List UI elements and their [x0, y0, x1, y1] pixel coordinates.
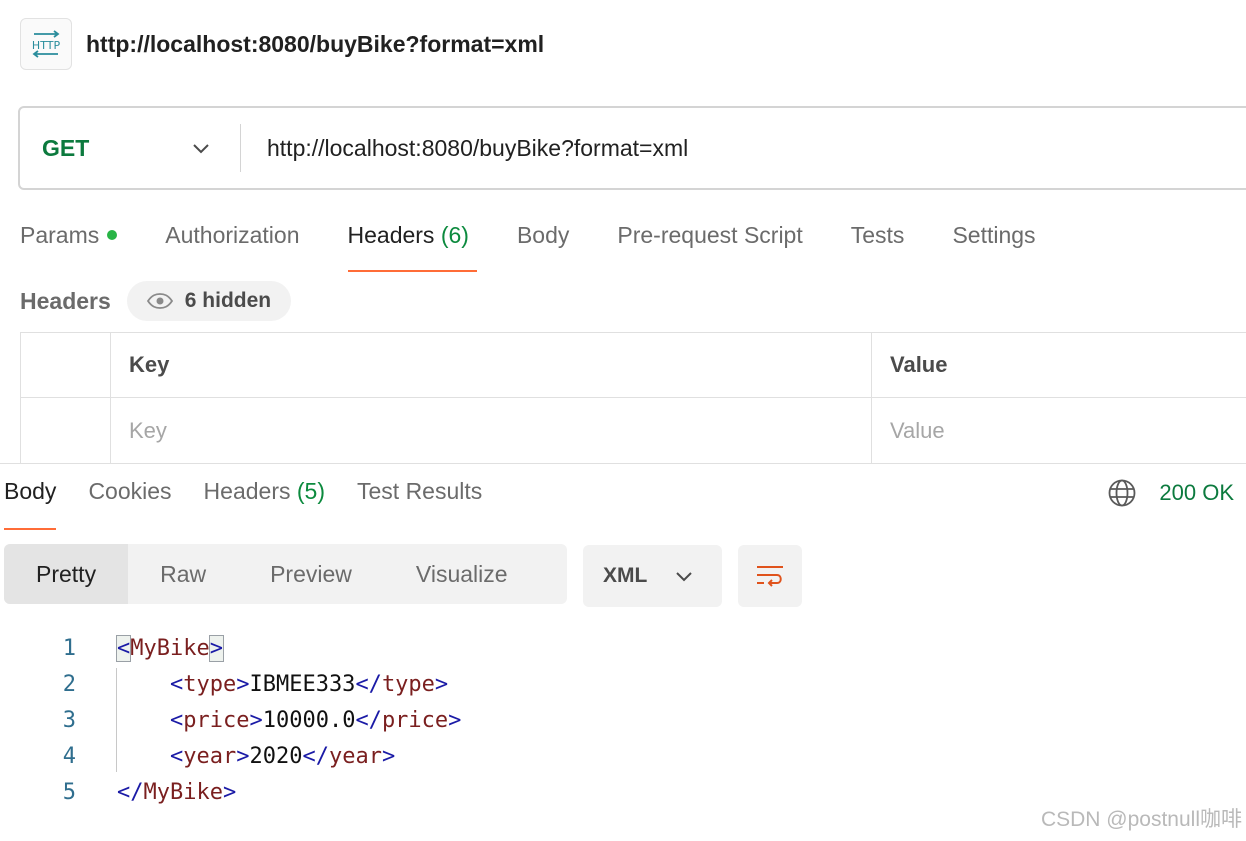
request-title[interactable]: http://localhost:8080/buyBike?format=xml [86, 31, 544, 58]
tab-label: Params [20, 222, 100, 248]
hidden-count-label: 6 hidden [184, 289, 272, 312]
request-title-row: HTTP http://localhost:8080/buyBike?forma… [20, 18, 544, 70]
line-number: 5 [62, 779, 76, 805]
xml-tag: price [381, 707, 449, 733]
params-indicator-dot [107, 229, 118, 240]
tab-label: Authorization [165, 222, 300, 248]
code-line: 2 <type>IBMEE333</type> [0, 666, 448, 702]
response-tabs: Body Cookies Headers (5) Test Results [4, 478, 514, 530]
line-number: 2 [62, 671, 76, 697]
view-raw[interactable]: Raw [128, 544, 238, 604]
xml-tag: price [183, 707, 250, 733]
table-header-row: Key Value [20, 333, 1246, 398]
view-mode-segmented: Pretty Raw Preview Visualize [4, 544, 567, 604]
wrap-lines-icon [757, 566, 783, 587]
http-icon: HTTP [20, 18, 72, 70]
code-line: 1 <MyBike> [0, 630, 225, 666]
line-number: 4 [62, 743, 76, 769]
column-header-key: Key [110, 333, 871, 397]
tab-count: (5) [296, 478, 325, 504]
request-tabs: Params Authorization Headers (6) Body Pr… [20, 218, 1084, 272]
xml-tag: type [183, 671, 237, 697]
headers-label: Headers [20, 287, 111, 314]
headers-subbar: Headers 6 hidden [20, 280, 292, 322]
tab-tests[interactable]: Tests [851, 218, 905, 270]
view-pretty[interactable]: Pretty [4, 544, 129, 604]
headers-table: Key Value Key Value [20, 332, 1246, 463]
method-label: GET [42, 134, 90, 161]
tab-label: Headers [203, 478, 291, 504]
code-line: 5 </MyBike> [0, 774, 236, 810]
tab-count: (6) [440, 222, 469, 248]
code-line: 4 <year>2020</year> [0, 738, 395, 774]
line-number: 3 [62, 707, 76, 733]
xml-value: 10000.0 [262, 707, 356, 733]
watermark: CSDN @postnull咖啡 [1040, 808, 1242, 831]
tab-label: Test Results [357, 478, 483, 504]
view-visualize[interactable]: Visualize [384, 544, 540, 604]
svg-text:HTTP: HTTP [32, 39, 61, 52]
tab-label: Cookies [88, 478, 172, 504]
chevron-down-icon [676, 572, 693, 582]
xml-tag: type [381, 671, 435, 697]
tab-label: Pre-request Script [617, 222, 803, 248]
eye-icon [146, 293, 173, 309]
word-wrap-button[interactable] [738, 545, 802, 607]
value-input[interactable]: Value [871, 398, 1246, 463]
status-code[interactable]: 200 OK [1159, 480, 1234, 506]
tab-settings[interactable]: Settings [952, 218, 1035, 270]
code-line: 3 <price>10000.0</price> [0, 702, 462, 738]
tab-label: Headers [347, 222, 435, 248]
hidden-headers-toggle[interactable]: 6 hidden [126, 281, 292, 321]
globe-icon[interactable] [1107, 478, 1137, 508]
tab-params[interactable]: Params [20, 218, 118, 270]
tab-body[interactable]: Body [517, 218, 569, 270]
view-preview[interactable]: Preview [238, 544, 384, 604]
tab-label: Body [516, 222, 570, 248]
xml-value: 2020 [249, 743, 303, 769]
tab-headers[interactable]: Headers (6) [347, 218, 478, 272]
method-select[interactable]: GET [20, 135, 240, 162]
response-status: 200 OK [1107, 478, 1234, 508]
xml-tag: year [183, 743, 237, 769]
line-number: 1 [62, 635, 76, 661]
language-label: XML [603, 564, 648, 587]
column-header-value: Value [871, 333, 1246, 397]
response-divider[interactable] [0, 463, 1246, 464]
checkbox-column-header [20, 333, 110, 397]
language-select[interactable]: XML [583, 545, 722, 607]
chevron-down-icon [193, 144, 209, 154]
table-row: Key Value [20, 398, 1246, 463]
divider [240, 124, 241, 172]
url-bar: GET http://localhost:8080/buyBike?format… [18, 106, 1246, 190]
url-input[interactable]: http://localhost:8080/buyBike?format=xml [267, 135, 688, 162]
response-code[interactable]: 1 <MyBike> 2 <type>IBMEE333</type> 3 <pr… [0, 630, 462, 810]
row-checkbox-cell [20, 398, 110, 463]
tab-label: Settings [952, 222, 1036, 248]
tab-pre-request-script[interactable]: Pre-request Script [617, 218, 802, 270]
tab-label: Tests [850, 222, 905, 248]
tab-authorization[interactable]: Authorization [165, 218, 299, 270]
tab-label: Body [4, 478, 57, 504]
xml-tag: year [328, 743, 382, 769]
xml-tag: MyBike [143, 779, 223, 805]
response-tab-cookies[interactable]: Cookies [88, 478, 171, 528]
xml-tag: MyBike [130, 635, 210, 661]
xml-value: IBMEE333 [249, 671, 356, 697]
response-tab-body[interactable]: Body [4, 478, 57, 530]
response-tab-headers[interactable]: Headers (5) [204, 478, 325, 528]
response-tab-test-results[interactable]: Test Results [357, 478, 482, 528]
key-input[interactable]: Key [110, 398, 871, 463]
